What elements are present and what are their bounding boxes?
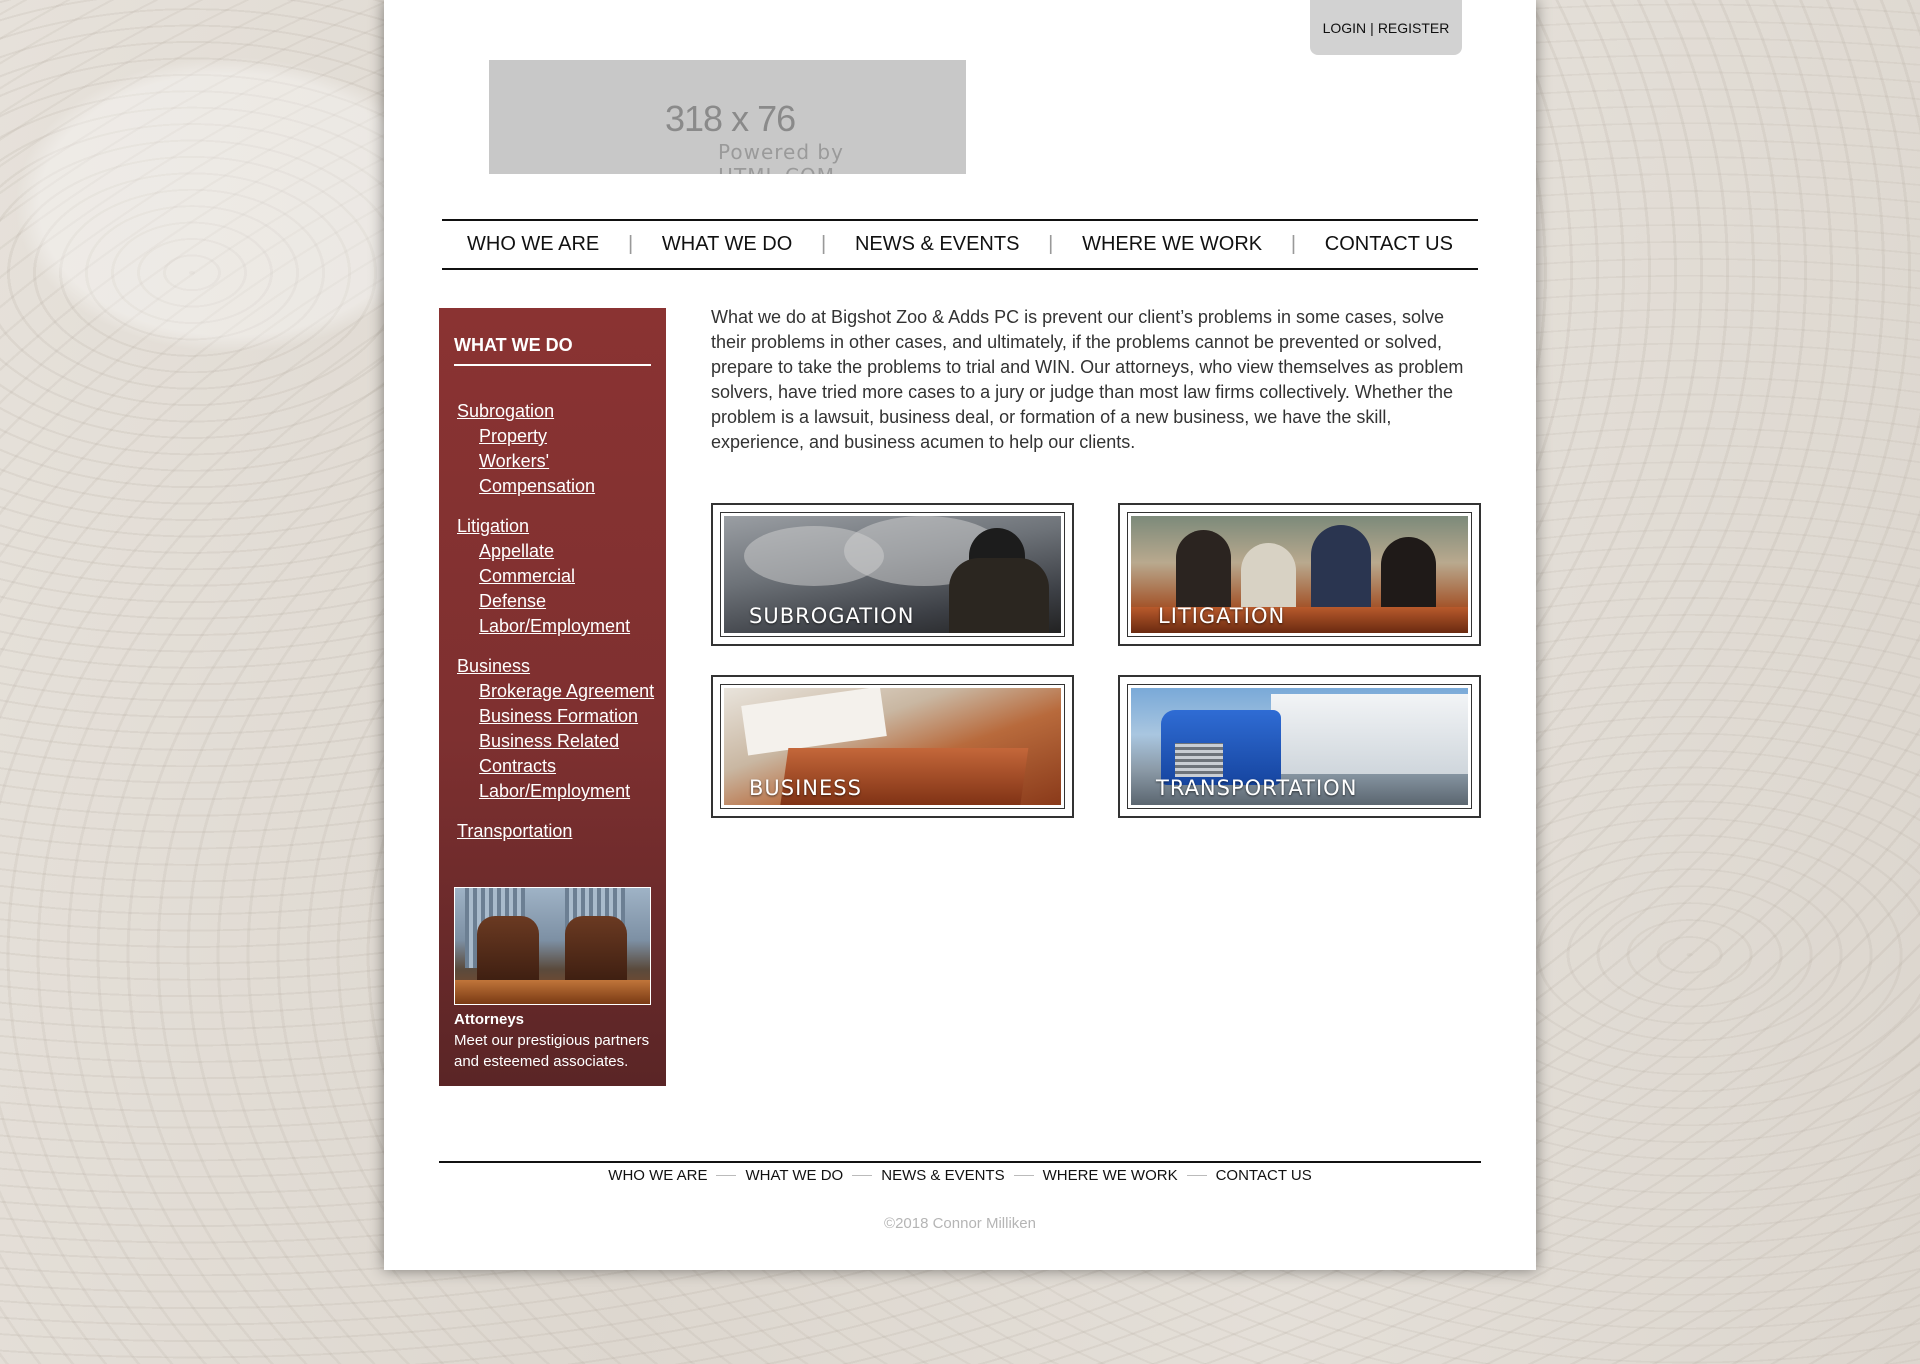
tile-business[interactable]: BUSINESS — [711, 675, 1074, 818]
sidebar-practice-list: Subrogation Property Workers' Compensati… — [457, 399, 657, 859]
tile-label-business: BUSINESS — [749, 776, 862, 800]
photo-paper — [741, 688, 887, 756]
photo-table — [455, 980, 650, 1004]
footer-nav-what-we-do[interactable]: WHAT WE DO — [745, 1167, 843, 1184]
footer-nav-who-we-are[interactable]: WHO WE ARE — [608, 1167, 707, 1184]
photo-chair — [565, 916, 627, 986]
sidebar-subitem-defense[interactable]: Defense — [457, 589, 657, 614]
tile-label-transportation: TRANSPORTATION — [1156, 776, 1358, 800]
attorneys-title[interactable]: Attorneys — [454, 1011, 524, 1028]
tile-frame: LITIGATION — [1127, 512, 1472, 637]
nav-contact-us[interactable]: CONTACT US — [1325, 233, 1453, 256]
nav-divider: | — [1048, 233, 1054, 255]
logo-placeholder[interactable]: 318 x 76 Powered by HTML.COM — [489, 60, 966, 174]
sidebar-subitem-labor-employment[interactable]: Labor/Employment — [457, 614, 657, 639]
tile-label-subrogation: SUBROGATION — [749, 604, 915, 628]
logo-dimensions-text: 318 x 76 — [665, 98, 796, 139]
footer-nav-news-events[interactable]: NEWS & EVENTS — [881, 1167, 1004, 1184]
sidebar-item-litigation[interactable]: Litigation — [457, 514, 657, 539]
auth-separator: | — [1370, 19, 1374, 36]
sidebar: WHAT WE DO Subrogation Property Workers'… — [439, 308, 666, 1086]
photo-person — [1176, 530, 1231, 615]
footer-nav-where-we-work[interactable]: WHERE WE WORK — [1043, 1167, 1178, 1184]
register-link[interactable]: REGISTER — [1378, 20, 1450, 36]
login-link[interactable]: LOGIN — [1323, 20, 1367, 36]
sidebar-group-transportation: Transportation — [457, 819, 657, 844]
sidebar-subitem-business-related-contracts[interactable]: Business Related Contracts — [457, 729, 657, 779]
footer-nav-separator — [1013, 1175, 1034, 1176]
copyright-text: ©2018 Connor Milliken — [884, 1215, 1036, 1232]
login-register-tab: LOGIN | REGISTER — [1310, 0, 1462, 55]
nav-divider: | — [627, 233, 634, 255]
photo-chair — [477, 916, 539, 986]
tile-frame: BUSINESS — [720, 684, 1065, 809]
sidebar-subitem-appellate[interactable]: Appellate — [457, 539, 657, 564]
nav-divider: | — [821, 233, 827, 255]
page-container: LOGIN | REGISTER 318 x 76 Powered by HTM… — [384, 0, 1536, 1270]
sidebar-title: WHAT WE DO — [454, 335, 651, 366]
tile-subrogation[interactable]: SUBROGATION — [711, 503, 1074, 646]
tile-frame: TRANSPORTATION — [1127, 684, 1472, 809]
sidebar-subitem-commercial[interactable]: Commercial — [457, 564, 657, 589]
sidebar-item-transportation[interactable]: Transportation — [457, 819, 657, 844]
logo-powered-text: Powered by HTML.COM — [718, 140, 844, 174]
main-nav: WHO WE ARE | WHAT WE DO | NEWS & EVENTS … — [442, 219, 1478, 270]
truck-trailer — [1271, 694, 1468, 774]
sidebar-subitem-workers-compensation[interactable]: Workers' Compensation — [457, 449, 657, 499]
nav-what-we-do[interactable]: WHAT WE DO — [662, 233, 792, 256]
intro-paragraph: What we do at Bigshot Zoo & Adds PC is p… — [711, 307, 1464, 452]
tile-litigation[interactable]: LITIGATION — [1118, 503, 1481, 646]
sidebar-item-business[interactable]: Business — [457, 654, 657, 679]
sidebar-subitem-brokerage-agreement[interactable]: Brokerage Agreement — [457, 679, 657, 704]
sidebar-item-subrogation[interactable]: Subrogation — [457, 399, 657, 424]
footer-nav-separator — [716, 1175, 737, 1176]
tile-label-litigation: LITIGATION — [1158, 604, 1286, 628]
truck-grill — [1175, 743, 1223, 777]
footer-nav-separator — [852, 1175, 873, 1176]
sidebar-group-litigation: Litigation Appellate Commercial Defense … — [457, 514, 657, 639]
footer-divider — [439, 1161, 1481, 1163]
footer-nav: WHO WE ARE WHAT WE DO NEWS & EVENTS WHER… — [439, 1167, 1481, 1184]
firefighter-body — [949, 558, 1049, 633]
nav-news-events[interactable]: NEWS & EVENTS — [855, 233, 1019, 256]
photo-person — [1381, 537, 1436, 615]
sidebar-subitem-labor-employment-business[interactable]: Labor/Employment — [457, 779, 657, 804]
footer-nav-contact-us[interactable]: CONTACT US — [1216, 1167, 1312, 1184]
nav-who-we-are[interactable]: WHO WE ARE — [467, 233, 599, 256]
attorneys-description: Meet our prestigious partners and esteem… — [454, 1032, 650, 1070]
sidebar-group-subrogation: Subrogation Property Workers' Compensati… — [457, 399, 657, 499]
photo-person — [1311, 525, 1371, 615]
tile-transportation[interactable]: TRANSPORTATION — [1118, 675, 1481, 818]
attorneys-photo[interactable] — [454, 887, 651, 1005]
sidebar-group-business: Business Brokerage Agreement Business Fo… — [457, 654, 657, 804]
tile-frame: SUBROGATION — [720, 512, 1065, 637]
nav-divider: | — [1290, 233, 1297, 255]
sidebar-subitem-business-formation[interactable]: Business Formation — [457, 704, 657, 729]
sidebar-subitem-property[interactable]: Property — [457, 424, 657, 449]
nav-where-we-work[interactable]: WHERE WE WORK — [1082, 233, 1262, 256]
footer-nav-separator — [1186, 1175, 1207, 1176]
